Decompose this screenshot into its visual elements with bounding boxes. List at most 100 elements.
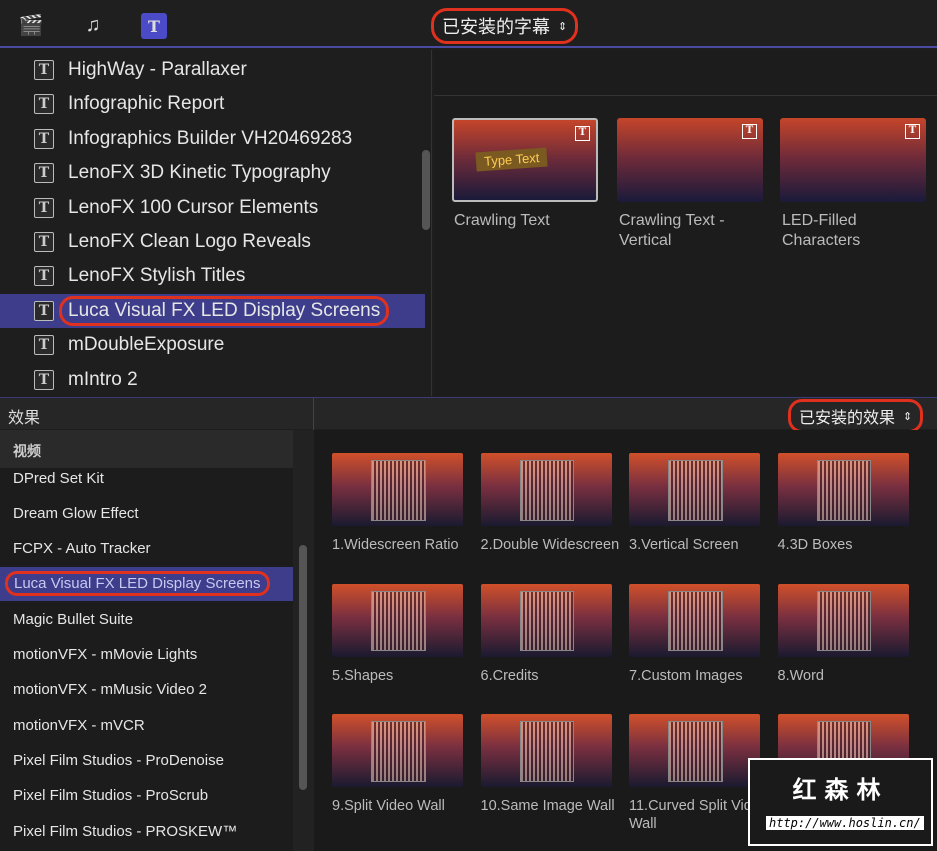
title-badge-icon: T	[575, 126, 590, 141]
effect-item-label: motionVFX - mMusic Video 2	[13, 681, 207, 699]
effect-item-label: Pixel Film Studios - PROSKEW™	[13, 822, 238, 840]
effect-thumbnail[interactable]	[629, 714, 760, 787]
effect-item-label: Pixel Film Studios - ProScrub	[13, 787, 209, 805]
effect-thumbnail-label: 9.Split Video Wall	[332, 798, 445, 814]
effects-list: 视频 DPred Set Kit Dream Glow Effect FCPX - …	[0, 430, 293, 851]
title-item[interactable]: T LenoFX 100 Cursor Elements	[0, 191, 425, 225]
title-text-icon: T	[34, 128, 54, 149]
effect-item[interactable]: DPred Set Kit	[0, 461, 293, 495]
title-item[interactable]: T Infographic Report	[0, 87, 425, 121]
title-item-label: LenoFX 100 Cursor Elements	[68, 196, 319, 218]
title-text-icon: T	[34, 197, 54, 218]
title-thumbnail-label: Crawling Text - Vertical	[619, 212, 725, 249]
effect-item[interactable]: Pixel Film Studios - ProDenoise	[0, 743, 293, 777]
toolbar: 🎬 ♫ T 已安装的字幕 ⇕	[0, 0, 937, 48]
effect-thumbnail[interactable]	[480, 583, 612, 657]
effect-item-label: Pixel Film Studios - ProDenoise	[13, 751, 224, 769]
effect-thumbnail-label: 2.Double Widescreen	[480, 537, 620, 553]
effects-header: 效果 已安装的效果 ⇕	[0, 397, 937, 433]
watermark-text: 红森林	[792, 777, 889, 804]
title-item-label: LenoFX Stylish Titles	[68, 265, 246, 287]
effect-item-label: motionVFX - mMovie Lights	[13, 646, 198, 663]
title-text-icon: T	[34, 335, 54, 356]
titles-list: T HighWay - Parallaxer T Infographic Report…	[0, 50, 432, 396]
title-item[interactable]: T Luca Visual FX LED Display Screens	[0, 293, 425, 328]
title-badge-icon: T	[742, 124, 757, 139]
effect-item-label: FCPX - Auto Tracker	[13, 540, 151, 558]
title-item[interactable]: T LenoFX Stylish Titles	[0, 259, 425, 293]
title-item-label: Infographic Report	[68, 93, 225, 115]
title-text-icon: T	[34, 300, 54, 321]
effect-thumbnail-label: 6.Credits	[480, 667, 539, 684]
effect-thumbnail[interactable]	[480, 714, 612, 787]
effect-thumbnail-label: 8.Word	[777, 667, 824, 684]
effect-thumbnail-label: 3.Vertical Screen	[629, 537, 739, 553]
effect-item[interactable]: Dream Glow Effect	[0, 496, 293, 530]
title-thumbnail[interactable]: Type Text T	[452, 118, 598, 202]
effect-item[interactable]: motionVFX - mMusic Video 2	[0, 673, 293, 707]
effect-item-label: Luca Visual FX LED Display Screens	[5, 571, 270, 597]
effect-item[interactable]: Luca Visual FX LED Display Screens	[0, 566, 293, 601]
title-thumbnail[interactable]: T	[617, 118, 763, 202]
titles-icon[interactable]: T	[141, 13, 167, 39]
effect-thumbnail-label: 10.Same Image Wall	[480, 798, 615, 814]
effect-thumbnail[interactable]	[629, 453, 760, 526]
title-item-label: mIntro 2	[68, 368, 138, 390]
titles-scrollbar[interactable]	[422, 150, 430, 230]
effect-thumbnail[interactable]	[332, 453, 463, 526]
watermark: 红森林 http://www.hoslin.cn/	[748, 758, 933, 846]
effect-item[interactable]: FCPX - Auto Tracker	[0, 532, 293, 566]
title-text-icon: T	[34, 163, 54, 184]
effect-item[interactable]: motionVFX - mMovie Lights	[0, 638, 293, 672]
clapperboard-star-icon[interactable]: 🎬	[16, 10, 46, 40]
thumb-text: Type Text	[475, 147, 548, 172]
title-item[interactable]: TmDoubleExposure	[0, 328, 425, 362]
popup-label: 已安装的字幕	[442, 17, 550, 38]
title-item[interactable]: T LenoFX 3D Kinetic Typography	[0, 156, 425, 190]
title-thumbnail-label: LED-Filled Characters	[782, 212, 861, 249]
watermark-url: http://www.hoslin.cn/	[766, 816, 924, 830]
title-item-label: LenoFX 3D Kinetic Typography	[68, 162, 331, 184]
effect-thumbnail-label: 1.Widescreen Ratio	[332, 537, 459, 553]
chevron-updown-icon: ⇕	[558, 19, 568, 33]
effect-thumbnail[interactable]	[629, 583, 760, 657]
title-text-icon: T	[34, 60, 54, 80]
title-thumbnail-label: Crawling Text	[454, 212, 550, 229]
photo-music-icon[interactable]: ♫	[78, 10, 108, 40]
effect-item[interactable]: Pixel Film Studios - ProScrub	[0, 779, 293, 813]
effect-thumbnail[interactable]	[777, 583, 909, 657]
effect-item[interactable]: Magic Bullet Suite	[0, 602, 293, 636]
effect-item[interactable]: motionVFX - mVCR	[0, 708, 293, 742]
effect-item-label: Magic Bullet Suite	[13, 610, 134, 628]
effect-item-label: motionVFX - mVCR	[13, 716, 145, 734]
title-item-label: HighWay - Parallaxer	[68, 59, 247, 80]
effect-thumbnail[interactable]	[480, 453, 612, 526]
title-item-label: LenoFX Clean Logo Reveals	[68, 231, 311, 252]
effect-thumbnail-label: 7.Custom Images	[629, 667, 743, 684]
popup-label: 已安装的效果	[799, 408, 896, 427]
title-item-label: Infographics Builder VH20469283	[68, 127, 353, 149]
title-thumbnail[interactable]: T	[780, 118, 926, 202]
title-text-icon: T	[34, 369, 54, 390]
title-item[interactable]: T Infographics Builder VH20469283	[0, 122, 425, 156]
title-text-icon: T	[34, 232, 54, 252]
effect-thumbnail[interactable]	[332, 583, 463, 657]
chevron-updown-icon: ⇕	[903, 409, 913, 423]
effects-filter-popup[interactable]: 已安装的效果 ⇕	[788, 399, 924, 433]
effect-item-label: DPred Set Kit	[13, 469, 104, 487]
effect-thumbnail-label: 4.3D Boxes	[777, 537, 853, 553]
effect-thumbnail-label: 5.Shapes	[332, 667, 394, 684]
effect-thumbnail[interactable]	[777, 453, 909, 526]
effects-scrollbar[interactable]	[299, 545, 307, 790]
title-item-label: Luca Visual FX LED Display Screens	[59, 295, 390, 326]
title-item[interactable]: T HighWay - Parallaxer	[0, 53, 425, 87]
title-item[interactable]: TmIntro 2	[0, 363, 425, 397]
title-item-label: mDoubleExposure	[68, 334, 225, 356]
title-text-icon: T	[34, 266, 54, 287]
effect-item-label: Dream Glow Effect	[13, 504, 139, 522]
effect-thumbnail[interactable]	[332, 714, 463, 787]
effects-title: 效果	[8, 410, 41, 427]
effect-item[interactable]: Pixel Film Studios - PROSKEW™	[0, 814, 293, 848]
titles-filter-popup[interactable]: 已安装的字幕 ⇕	[431, 8, 579, 44]
title-item[interactable]: T LenoFX Clean Logo Reveals	[0, 225, 425, 259]
